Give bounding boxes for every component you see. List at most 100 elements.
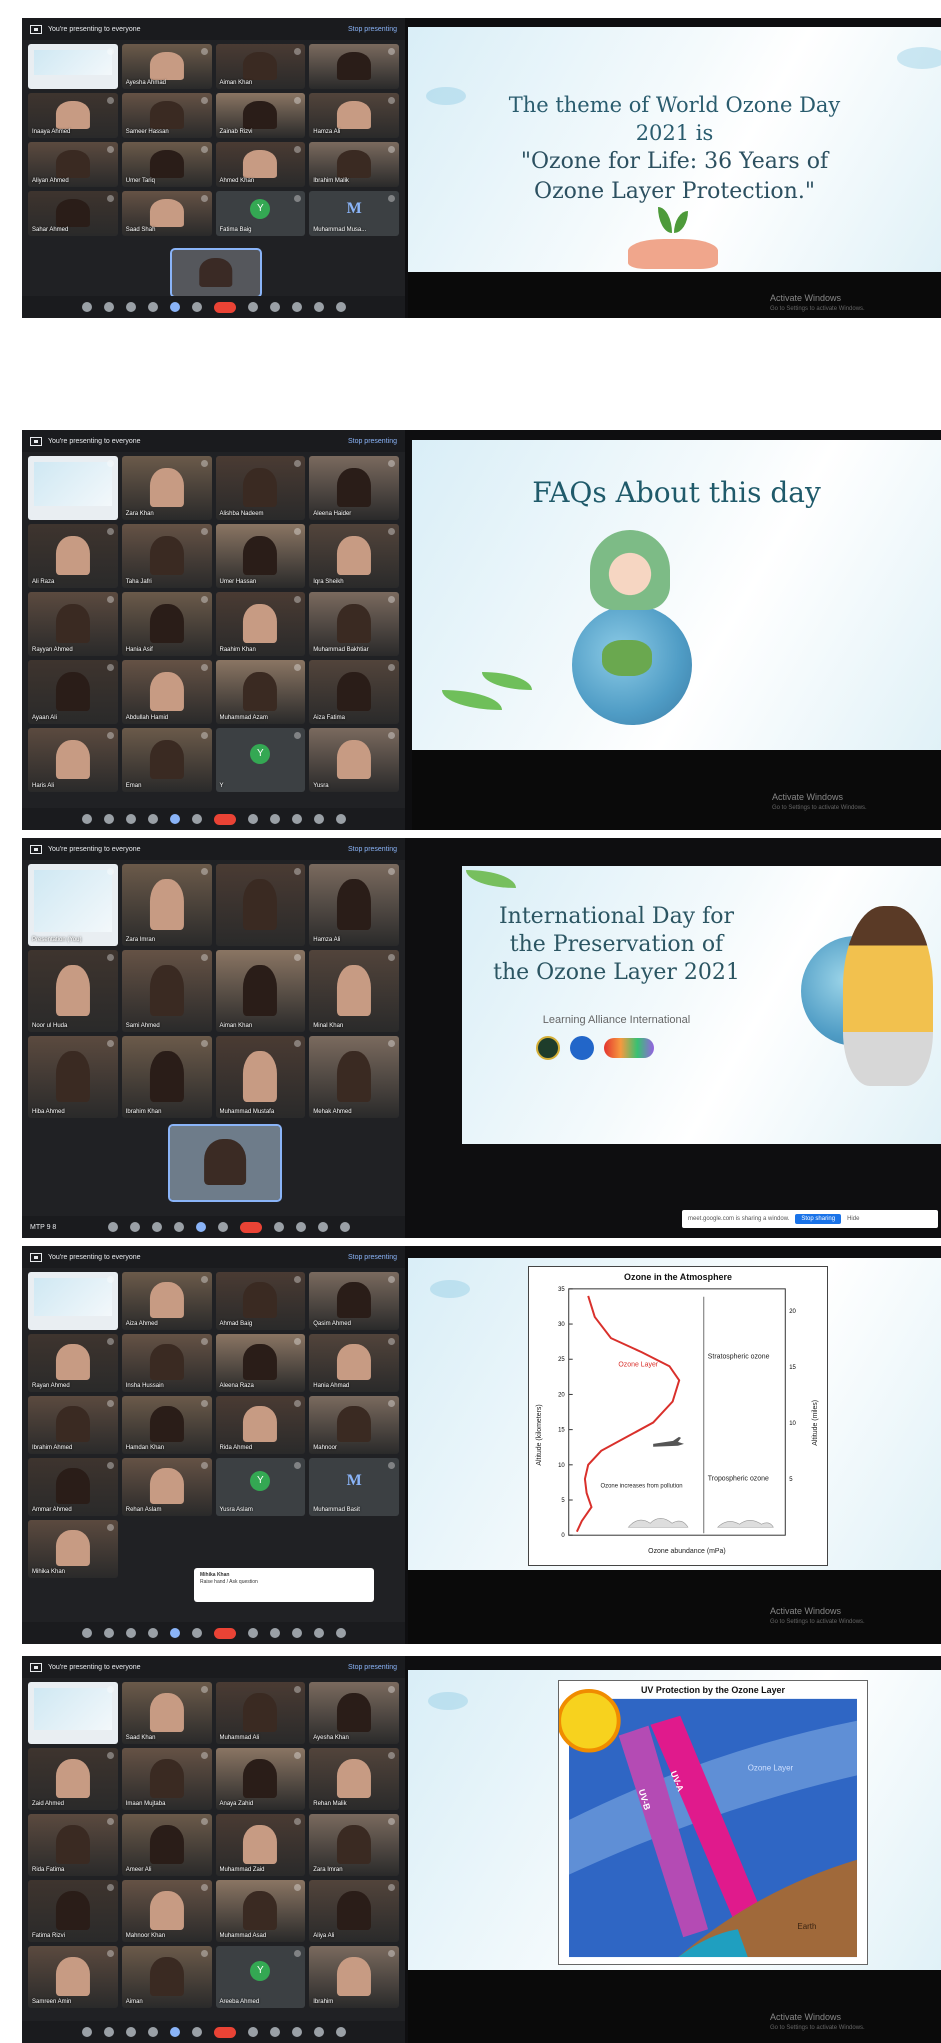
participant-tile[interactable] — [215, 864, 306, 946]
mic-icon[interactable] — [81, 1628, 92, 1638]
raise-hand-icon[interactable] — [174, 1222, 185, 1232]
participant-tile[interactable]: Aiman — [121, 1946, 212, 2008]
mic-icon[interactable] — [81, 2027, 92, 2037]
activities-icon[interactable] — [340, 1222, 351, 1232]
stop-presenting-button[interactable]: Stop presenting — [348, 1254, 397, 1261]
participant-tile[interactable]: Umer Hassan — [215, 524, 306, 588]
participant-tile[interactable]: Rayyan Ahmed — [28, 592, 118, 656]
participant-tile[interactable]: Sami Ahmed — [121, 950, 212, 1032]
participant-tile[interactable]: Aiza Ahmed — [121, 1272, 212, 1330]
more-options-icon[interactable] — [191, 814, 202, 824]
participant-tile[interactable]: Hamza Ali — [309, 864, 399, 946]
activities-icon[interactable] — [313, 302, 324, 312]
more-options-icon[interactable] — [218, 1222, 229, 1232]
participant-tile[interactable]: Abdullah Hamid — [121, 660, 212, 724]
participant-tile[interactable]: Hiba Ahmed — [28, 1036, 118, 1118]
participant-tile[interactable]: Saad Shah — [121, 191, 212, 236]
present-icon[interactable] — [169, 302, 180, 312]
participant-tile[interactable]: Hania Asif — [121, 592, 212, 656]
present-icon[interactable] — [169, 1628, 180, 1638]
participant-tile[interactable]: Y Yusra Aslam — [215, 1458, 306, 1516]
more-options-icon[interactable] — [191, 2027, 202, 2037]
chat-icon[interactable] — [291, 302, 302, 312]
mic-icon[interactable] — [81, 302, 92, 312]
participant-tile[interactable]: Muhammad Zaid — [215, 1814, 306, 1876]
more-options-icon[interactable] — [191, 302, 202, 312]
camera-icon[interactable] — [130, 1222, 141, 1232]
info-icon[interactable] — [247, 1628, 258, 1638]
participant-tile[interactable]: Ayaan Ali — [28, 660, 118, 724]
grid-icon[interactable] — [335, 2027, 346, 2037]
grid-icon[interactable] — [335, 1628, 346, 1638]
info-icon[interactable] — [274, 1222, 285, 1232]
participant-tile[interactable]: Rayan Ahmed — [28, 1334, 118, 1392]
participant-tile[interactable]: Minal Khan — [309, 950, 399, 1032]
mic-icon[interactable] — [81, 814, 92, 824]
participant-tile[interactable]: Aiman Khan — [215, 44, 306, 89]
participant-tile[interactable]: Zainab Rizvi — [215, 93, 306, 138]
chat-icon[interactable] — [318, 1222, 329, 1232]
participant-tile[interactable]: Muhammad Azam — [215, 660, 306, 724]
participant-tile[interactable]: Ibrahim — [309, 1946, 399, 2008]
participant-tile[interactable]: Rida Fatima — [28, 1814, 118, 1876]
participant-tile[interactable]: Ibrahim Khan — [121, 1036, 212, 1118]
participant-tile[interactable]: Hamza Ali — [309, 93, 399, 138]
participant-tile[interactable]: Ahmed Khan — [215, 142, 306, 187]
people-icon[interactable] — [269, 814, 280, 824]
raise-hand-notification[interactable]: Mihika Khan Raise hand / Ask question — [194, 1568, 374, 1602]
end-call-button[interactable] — [213, 1627, 236, 1639]
participant-tile[interactable]: Ahmad Baig — [215, 1272, 306, 1330]
end-call-button[interactable] — [240, 1221, 263, 1233]
participant-tile[interactable]: Mehak Ahmed — [309, 1036, 399, 1118]
captions-icon[interactable] — [152, 1222, 163, 1232]
chat-icon[interactable] — [291, 1628, 302, 1638]
participant-tile[interactable]: Zara Khan — [121, 456, 212, 520]
participant-tile[interactable] — [28, 456, 118, 520]
participant-tile[interactable]: Insha Hussain — [121, 1334, 212, 1392]
participant-tile[interactable]: Sahar Ahmed — [28, 191, 118, 236]
activities-icon[interactable] — [313, 2027, 324, 2037]
mic-icon[interactable] — [108, 1222, 119, 1232]
participant-tile[interactable]: Saad Khan — [121, 1682, 212, 1744]
raise-hand-icon[interactable] — [147, 2027, 158, 2037]
participant-tile[interactable]: Raahim Khan — [215, 592, 306, 656]
stop-presenting-button[interactable]: Stop presenting — [348, 438, 397, 445]
stop-presenting-button[interactable]: Stop presenting — [348, 1664, 397, 1671]
present-icon[interactable] — [196, 1222, 207, 1232]
camera-icon[interactable] — [103, 1628, 114, 1638]
participant-tile[interactable]: Aliya Ali — [309, 1880, 399, 1942]
people-icon[interactable] — [269, 1628, 280, 1638]
camera-icon[interactable] — [103, 2027, 114, 2037]
participant-tile[interactable]: Anaya Zahid — [215, 1748, 306, 1810]
captions-icon[interactable] — [125, 814, 136, 824]
participant-tile[interactable] — [28, 44, 118, 89]
participant-tile[interactable]: Ameer Ali — [121, 1814, 212, 1876]
participant-tile[interactable]: Y Fatima Baig — [215, 191, 306, 236]
end-call-button[interactable] — [213, 2026, 236, 2038]
participant-tile[interactable]: Aleena Haider — [309, 456, 399, 520]
participant-tile[interactable]: Zara Imran — [309, 1814, 399, 1876]
participant-tile[interactable]: Aiza Fatima — [309, 660, 399, 724]
participant-tile[interactable]: Rehan Malik — [309, 1748, 399, 1810]
participant-tile[interactable]: Umer Tariq — [121, 142, 212, 187]
end-call-button[interactable] — [213, 813, 236, 825]
info-icon[interactable] — [247, 302, 258, 312]
captions-icon[interactable] — [125, 2027, 136, 2037]
participant-tile[interactable]: Yusra — [309, 728, 399, 792]
participant-tile[interactable]: Qasim Ahmed — [309, 1272, 399, 1330]
participant-tile[interactable]: Ayesha Khan — [309, 1682, 399, 1744]
more-options-icon[interactable] — [191, 1628, 202, 1638]
camera-icon[interactable] — [103, 814, 114, 824]
raise-hand-icon[interactable] — [147, 1628, 158, 1638]
participant-tile[interactable]: Eman — [121, 728, 212, 792]
self-view-tile[interactable] — [170, 248, 262, 298]
participant-tile[interactable]: Y Areeba Ahmed — [215, 1946, 306, 2008]
participant-tile[interactable]: Muhammad Bakhtiar — [309, 592, 399, 656]
activities-icon[interactable] — [313, 1628, 324, 1638]
participant-tile[interactable]: Noor ul Huda — [28, 950, 118, 1032]
hide-button[interactable]: Hide — [847, 1216, 859, 1222]
info-icon[interactable] — [247, 814, 258, 824]
stop-sharing-button[interactable]: Stop sharing — [795, 1214, 842, 1224]
present-icon[interactable] — [169, 814, 180, 824]
participant-tile[interactable]: Muhammad Mustafa — [215, 1036, 306, 1118]
